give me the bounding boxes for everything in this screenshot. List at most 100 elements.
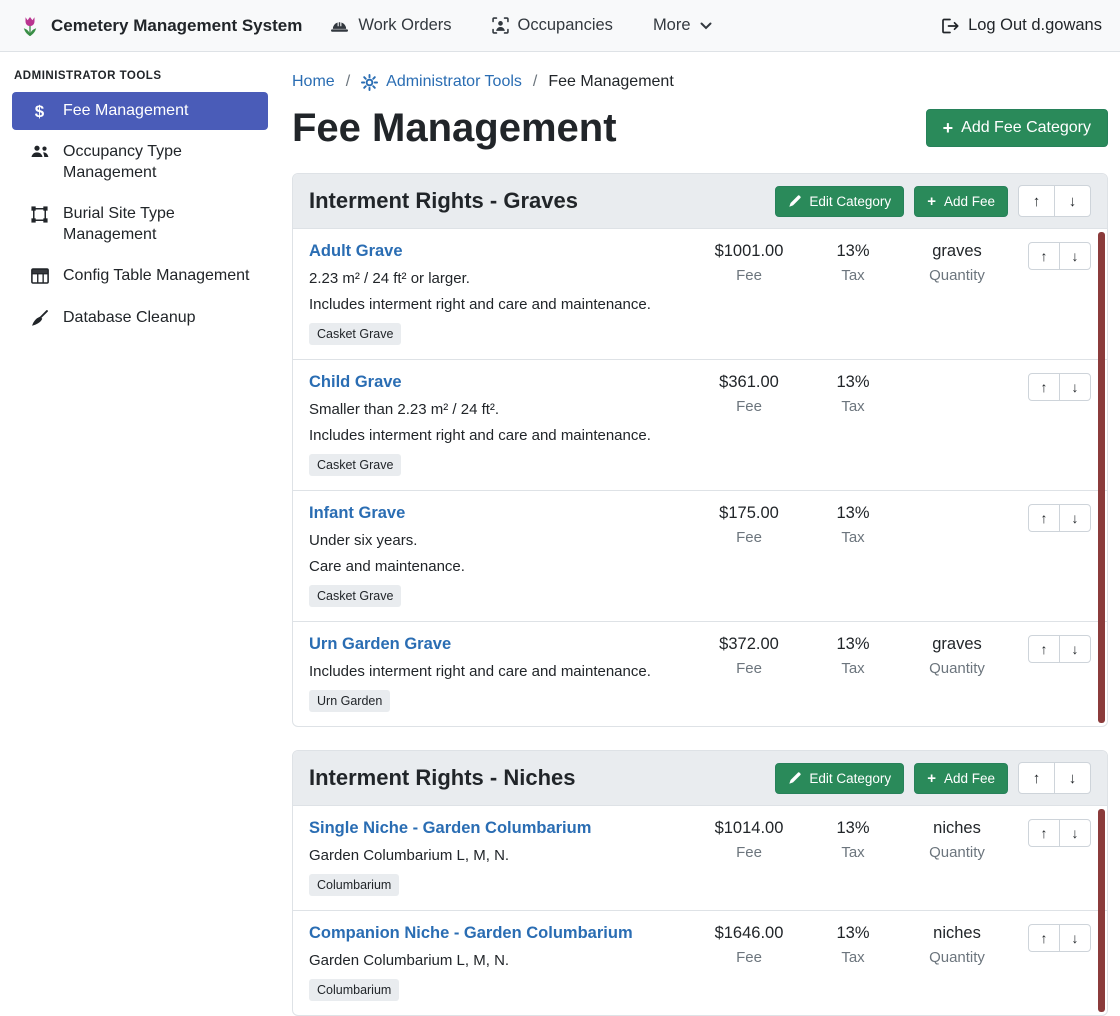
sidebar-item-fee-management[interactable]: $ Fee Management: [12, 92, 268, 130]
chevron-down-icon: [700, 22, 712, 30]
fee-category-card: Interment Rights - Graves Edit Category …: [292, 173, 1108, 727]
move-fee-up-button[interactable]: ↑: [1028, 924, 1060, 952]
arrow-down-icon: ↓: [1069, 193, 1077, 210]
nav-item-occupancies[interactable]: Occupancies: [492, 16, 613, 35]
move-fee-down-button[interactable]: ↓: [1059, 242, 1091, 270]
move-category-down-button[interactable]: ↓: [1054, 185, 1091, 217]
nav-item-more[interactable]: More: [653, 16, 712, 35]
breadcrumb-admin-tools-label: Administrator Tools: [386, 73, 522, 91]
arrow-up-icon: ↑: [1033, 770, 1041, 787]
fee-amount-column: $1001.00 Fee: [697, 242, 801, 345]
scrollbar-thumb[interactable]: [1098, 232, 1105, 723]
move-category-up-button[interactable]: ↑: [1018, 185, 1055, 217]
quantity-value: [905, 373, 1009, 392]
fee-name-link[interactable]: Child Grave: [309, 373, 402, 392]
sidebar-item-database-cleanup[interactable]: Database Cleanup: [12, 299, 268, 337]
move-fee-up-button[interactable]: ↑: [1028, 504, 1060, 532]
tax-column: 13% Tax: [801, 924, 905, 1001]
move-fee-up-button[interactable]: ↑: [1028, 373, 1060, 401]
category-title: Interment Rights - Niches: [309, 765, 575, 791]
tax-value: 13%: [801, 819, 905, 838]
category-title: Interment Rights - Graves: [309, 188, 578, 214]
nav-item-label: Work Orders: [358, 16, 451, 35]
quantity-label: Quantity: [905, 660, 1009, 677]
category-body: Adult Grave 2.23 m² / 24 ft² or larger. I…: [293, 229, 1107, 726]
fee-name-link[interactable]: Single Niche - Garden Columbarium: [309, 819, 591, 838]
add-fee-button[interactable]: + Add Fee: [914, 186, 1008, 217]
app-brand[interactable]: Cemetery Management System: [18, 14, 302, 38]
fee-description: Includes interment right and care and ma…: [309, 296, 691, 313]
nav-item-work-orders[interactable]: Work Orders: [330, 16, 451, 35]
arrow-up-icon: ↑: [1041, 379, 1048, 395]
move-fee-up-button[interactable]: ↑: [1028, 635, 1060, 663]
edit-category-button[interactable]: Edit Category: [775, 186, 904, 217]
plus-icon: +: [943, 119, 954, 137]
add-fee-category-button[interactable]: + Add Fee Category: [926, 109, 1108, 147]
scrollbar-thumb[interactable]: [1098, 809, 1105, 1012]
fee-amount-label: Fee: [697, 398, 801, 415]
sidebar-item-config-table-management[interactable]: Config Table Management: [12, 257, 268, 295]
fee-amount-column: $175.00 Fee: [697, 504, 801, 607]
tulip-logo-icon: [18, 14, 42, 38]
nav-item-label: More: [653, 16, 691, 35]
fee-row: Single Niche - Garden Columbarium Garden…: [293, 806, 1107, 911]
arrow-up-icon: ↑: [1041, 825, 1048, 841]
edit-category-button[interactable]: Edit Category: [775, 763, 904, 794]
fee-amount: $1001.00: [697, 242, 801, 261]
fee-reorder-controls: ↑ ↓: [1028, 819, 1091, 847]
pencil-icon: [788, 195, 801, 208]
move-fee-down-button[interactable]: ↓: [1059, 504, 1091, 532]
fee-type-badge: Casket Grave: [309, 585, 401, 607]
sidebar-item-label: Fee Management: [63, 101, 188, 121]
fee-description: Smaller than 2.23 m² / 24 ft².: [309, 401, 691, 418]
move-fee-down-button[interactable]: ↓: [1059, 635, 1091, 663]
nav-item-label: Occupancies: [518, 16, 613, 35]
fee-name-link[interactable]: Adult Grave: [309, 242, 403, 261]
quantity-value: niches: [905, 819, 1009, 838]
fee-reorder-controls: ↑ ↓: [1028, 242, 1091, 270]
fee-reorder-controls: ↑ ↓: [1028, 373, 1091, 401]
fee-description: 2.23 m² / 24 ft² or larger.: [309, 270, 691, 287]
users-icon: [29, 144, 50, 159]
sidebar-item-label: Database Cleanup: [63, 308, 196, 328]
move-fee-up-button[interactable]: ↑: [1028, 242, 1060, 270]
add-fee-button[interactable]: + Add Fee: [914, 763, 1008, 794]
fee-name-link[interactable]: Companion Niche - Garden Columbarium: [309, 924, 633, 943]
fee-descriptions: 2.23 m² / 24 ft² or larger. Includes inte…: [309, 270, 691, 313]
move-fee-down-button[interactable]: ↓: [1059, 373, 1091, 401]
breadcrumb-home-link[interactable]: Home: [292, 73, 335, 91]
sidebar-item-burial-site-type-management[interactable]: Burial Site Type Management: [12, 195, 268, 254]
move-fee-down-button[interactable]: ↓: [1059, 924, 1091, 952]
fee-type-badge: Columbarium: [309, 979, 399, 1001]
fee-name-link[interactable]: Infant Grave: [309, 504, 405, 523]
breadcrumb-admin-tools-link[interactable]: Administrator Tools: [361, 73, 522, 91]
fee-descriptions: Garden Columbarium L, M, N.: [309, 952, 691, 969]
nav-links: Work Orders Occupancies More: [330, 16, 711, 35]
fee-description: Garden Columbarium L, M, N.: [309, 952, 691, 969]
arrow-down-icon: ↓: [1072, 379, 1079, 395]
tax-column: 13% Tax: [801, 635, 905, 712]
sidebar: ADMINISTRATOR TOOLS $ Fee Management Occ…: [0, 52, 280, 340]
sidebar-item-occupancy-type-management[interactable]: Occupancy Type Management: [12, 133, 268, 192]
tax-value: 13%: [801, 373, 905, 392]
arrow-up-icon: ↑: [1041, 641, 1048, 657]
tax-label: Tax: [801, 844, 905, 861]
arrow-down-icon: ↓: [1072, 825, 1079, 841]
fee-description: Includes interment right and care and ma…: [309, 663, 691, 680]
logout-button[interactable]: Log Out d.gowans: [941, 16, 1102, 35]
move-fee-down-button[interactable]: ↓: [1059, 819, 1091, 847]
move-category-down-button[interactable]: ↓: [1054, 762, 1091, 794]
fee-amount-label: Fee: [697, 660, 801, 677]
move-fee-up-button[interactable]: ↑: [1028, 819, 1060, 847]
quantity-label: Quantity: [905, 844, 1009, 861]
arrow-up-icon: ↑: [1041, 248, 1048, 264]
plus-icon: +: [927, 771, 936, 786]
edit-category-label: Edit Category: [809, 771, 891, 786]
fee-amount-label: Fee: [697, 267, 801, 284]
quantity-label: Quantity: [905, 949, 1009, 966]
arrow-down-icon: ↓: [1072, 510, 1079, 526]
fee-amount: $361.00: [697, 373, 801, 392]
fee-name-link[interactable]: Urn Garden Grave: [309, 635, 451, 654]
move-category-up-button[interactable]: ↑: [1018, 762, 1055, 794]
tax-label: Tax: [801, 660, 905, 677]
